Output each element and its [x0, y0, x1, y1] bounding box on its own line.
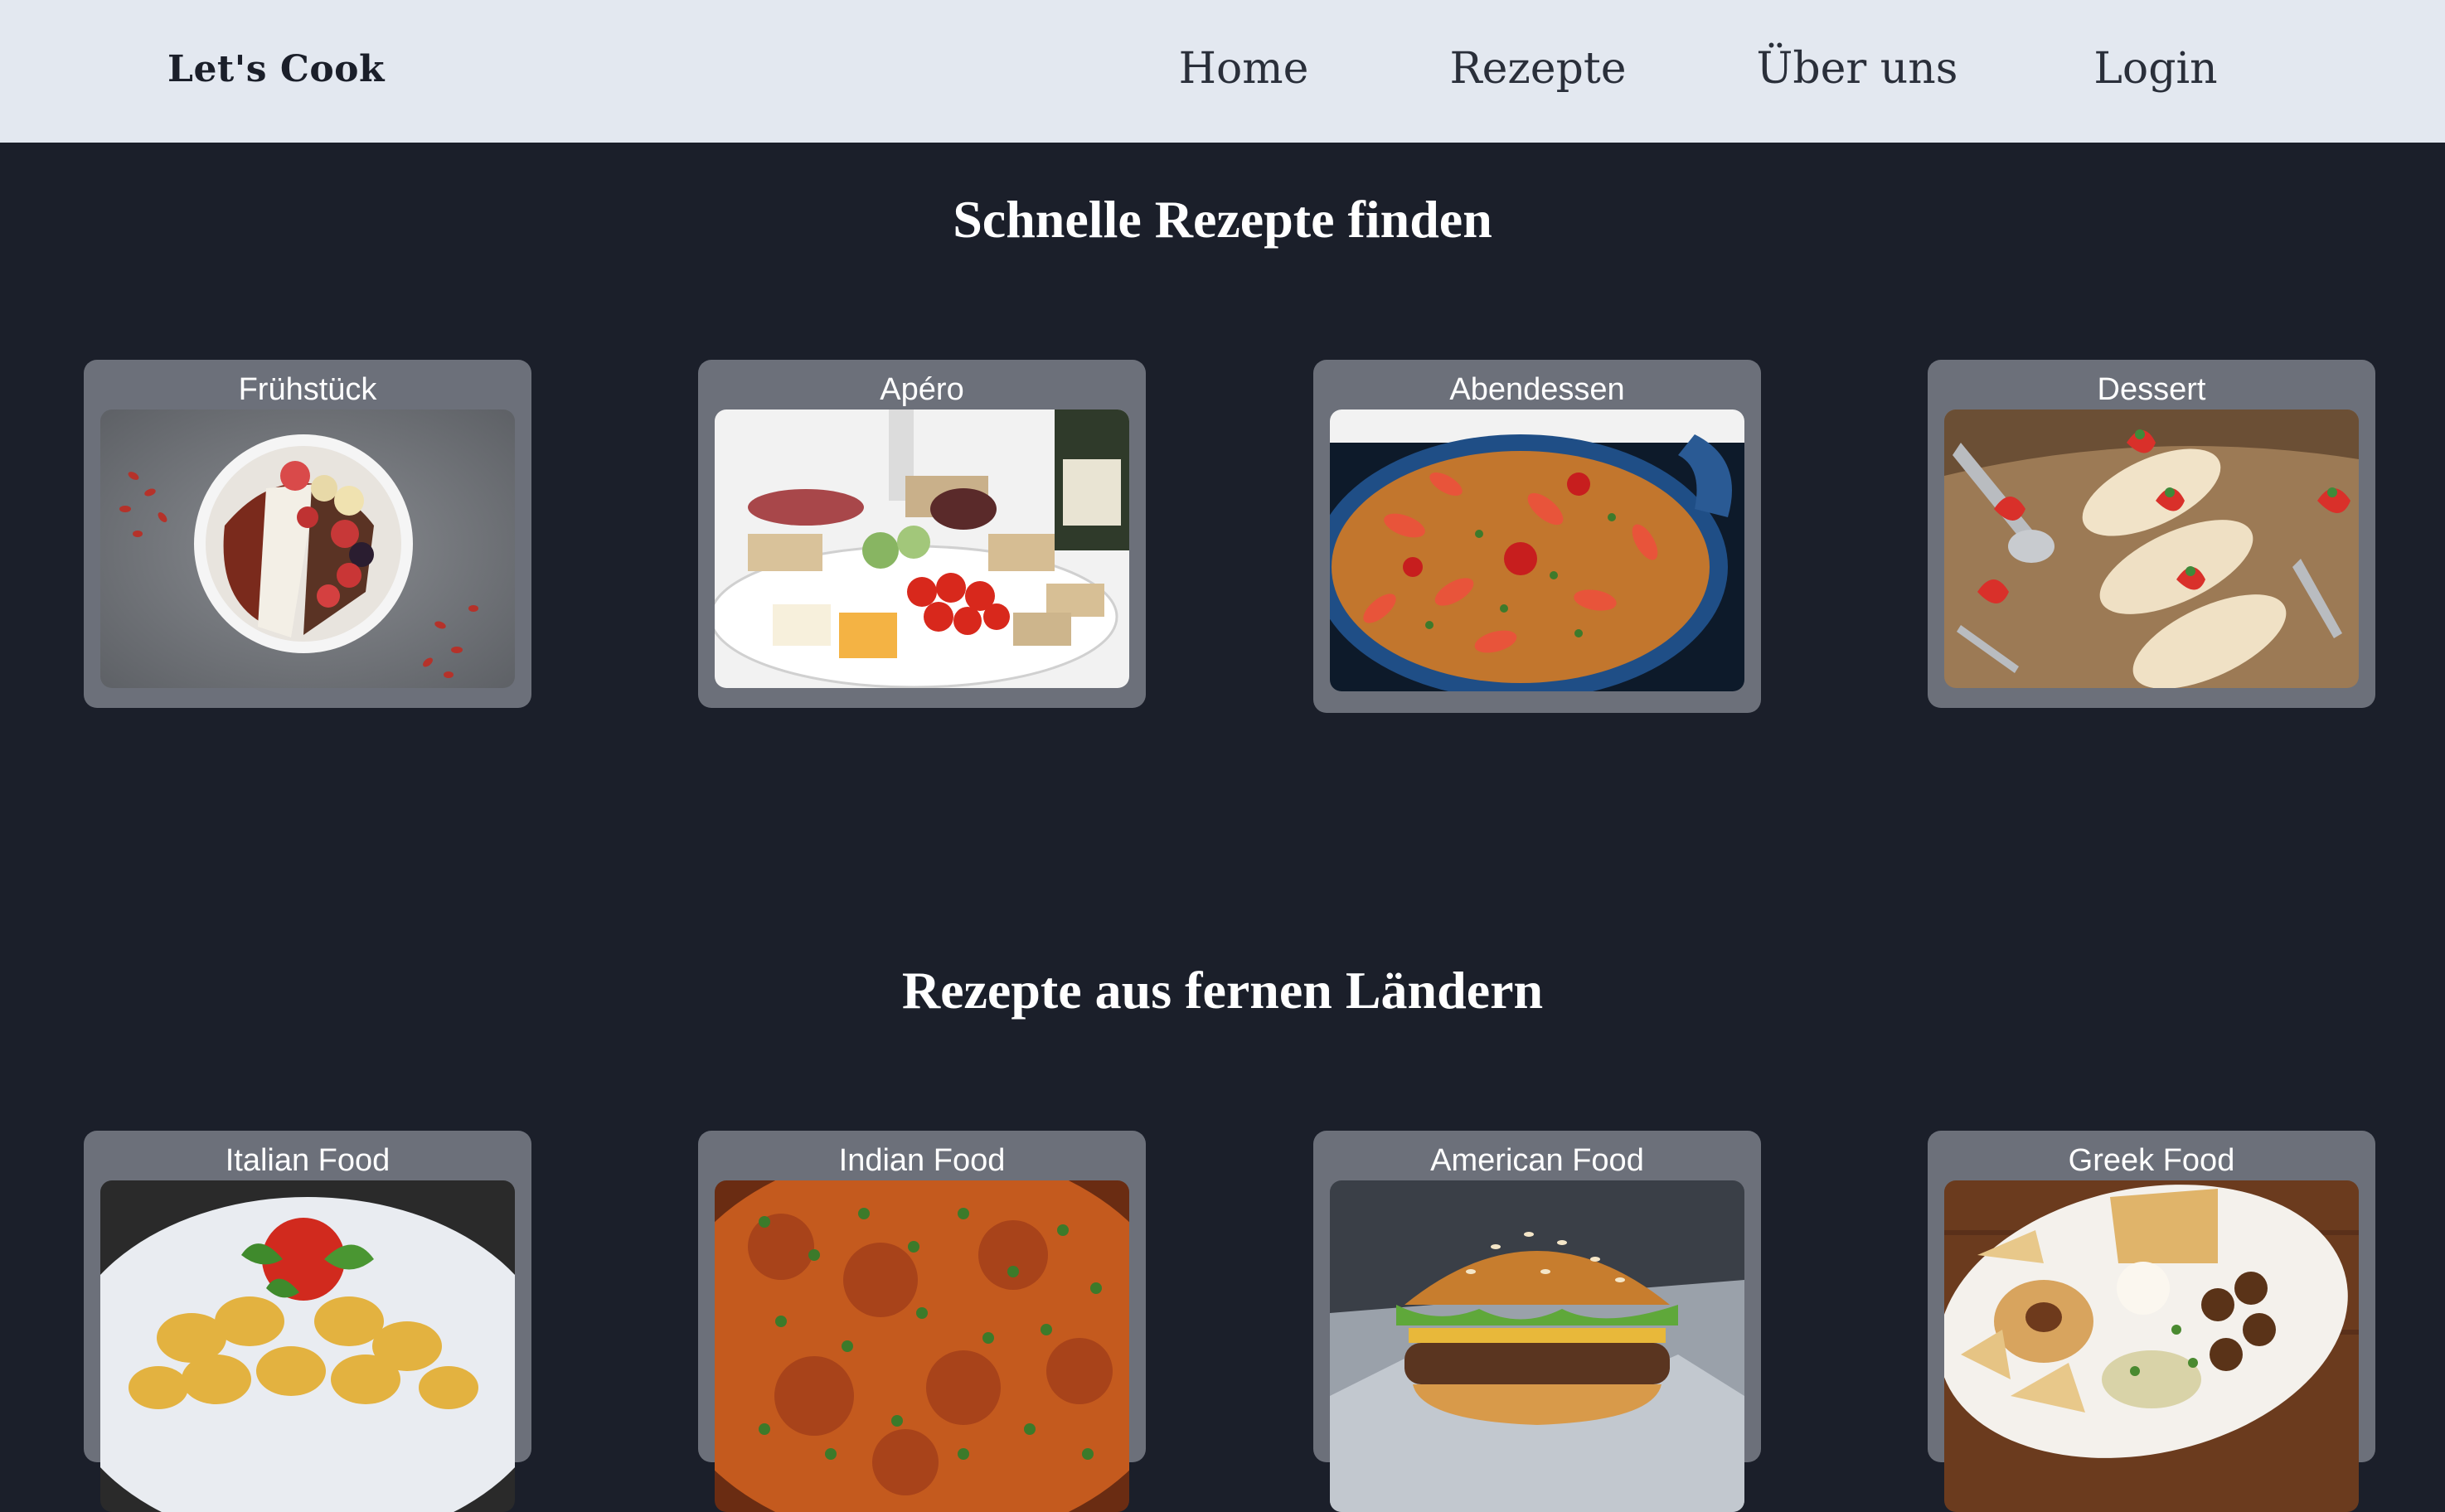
card-label: Indian Food — [838, 1143, 1006, 1178]
category-card-apero[interactable]: Apéro — [698, 360, 1146, 708]
strawberry-eclair-image[interactable] — [1944, 410, 2359, 688]
tortellini-image[interactable] — [100, 1180, 515, 1512]
card-label: Apéro — [880, 372, 964, 407]
burger-image[interactable] — [1330, 1180, 1744, 1512]
cuisine-card-italian[interactable]: Italian Food — [84, 1131, 531, 1512]
nav-link-ueber-uns[interactable]: Über uns — [1749, 0, 1965, 143]
nav-link-login[interactable]: Login — [2073, 0, 2239, 143]
card-label: Frühstück — [238, 372, 377, 407]
nav-link-rezepte[interactable]: Rezepte — [1443, 0, 1633, 143]
card-label: American Food — [1430, 1143, 1644, 1178]
category-card-fruehstueck[interactable]: Frühstück — [84, 360, 531, 708]
section-title-quick-recipes: Schnelle Rezepte finden — [953, 190, 1492, 249]
aperitif-platter-image[interactable] — [715, 410, 1129, 688]
card-label: Italian Food — [225, 1143, 391, 1178]
card-label: Abendessen — [1449, 372, 1625, 407]
top-navbar: Let's Cook Home Rezepte Über uns Login — [0, 0, 2445, 143]
card-label: Dessert — [2097, 372, 2206, 407]
cuisine-card-american[interactable]: American Food — [1313, 1131, 1761, 1512]
smoothie-bowl-image[interactable] — [100, 410, 515, 688]
cuisine-card-indian[interactable]: Indian Food — [698, 1131, 1146, 1512]
paella-image[interactable] — [1330, 410, 1744, 691]
brand-logo[interactable]: Let's Cook — [167, 0, 385, 143]
curry-image[interactable] — [715, 1180, 1129, 1512]
cuisine-card-greek[interactable]: Greek Food — [1928, 1131, 2375, 1512]
nav-link-home[interactable]: Home — [1161, 0, 1327, 143]
category-card-abendessen[interactable]: Abendessen — [1313, 360, 1761, 713]
category-card-dessert[interactable]: Dessert — [1928, 360, 2375, 708]
section-title-far-countries: Rezepte aus fernen Ländern — [901, 961, 1544, 1020]
greek-platter-image[interactable] — [1944, 1180, 2359, 1512]
card-label: Greek Food — [2068, 1143, 2235, 1178]
